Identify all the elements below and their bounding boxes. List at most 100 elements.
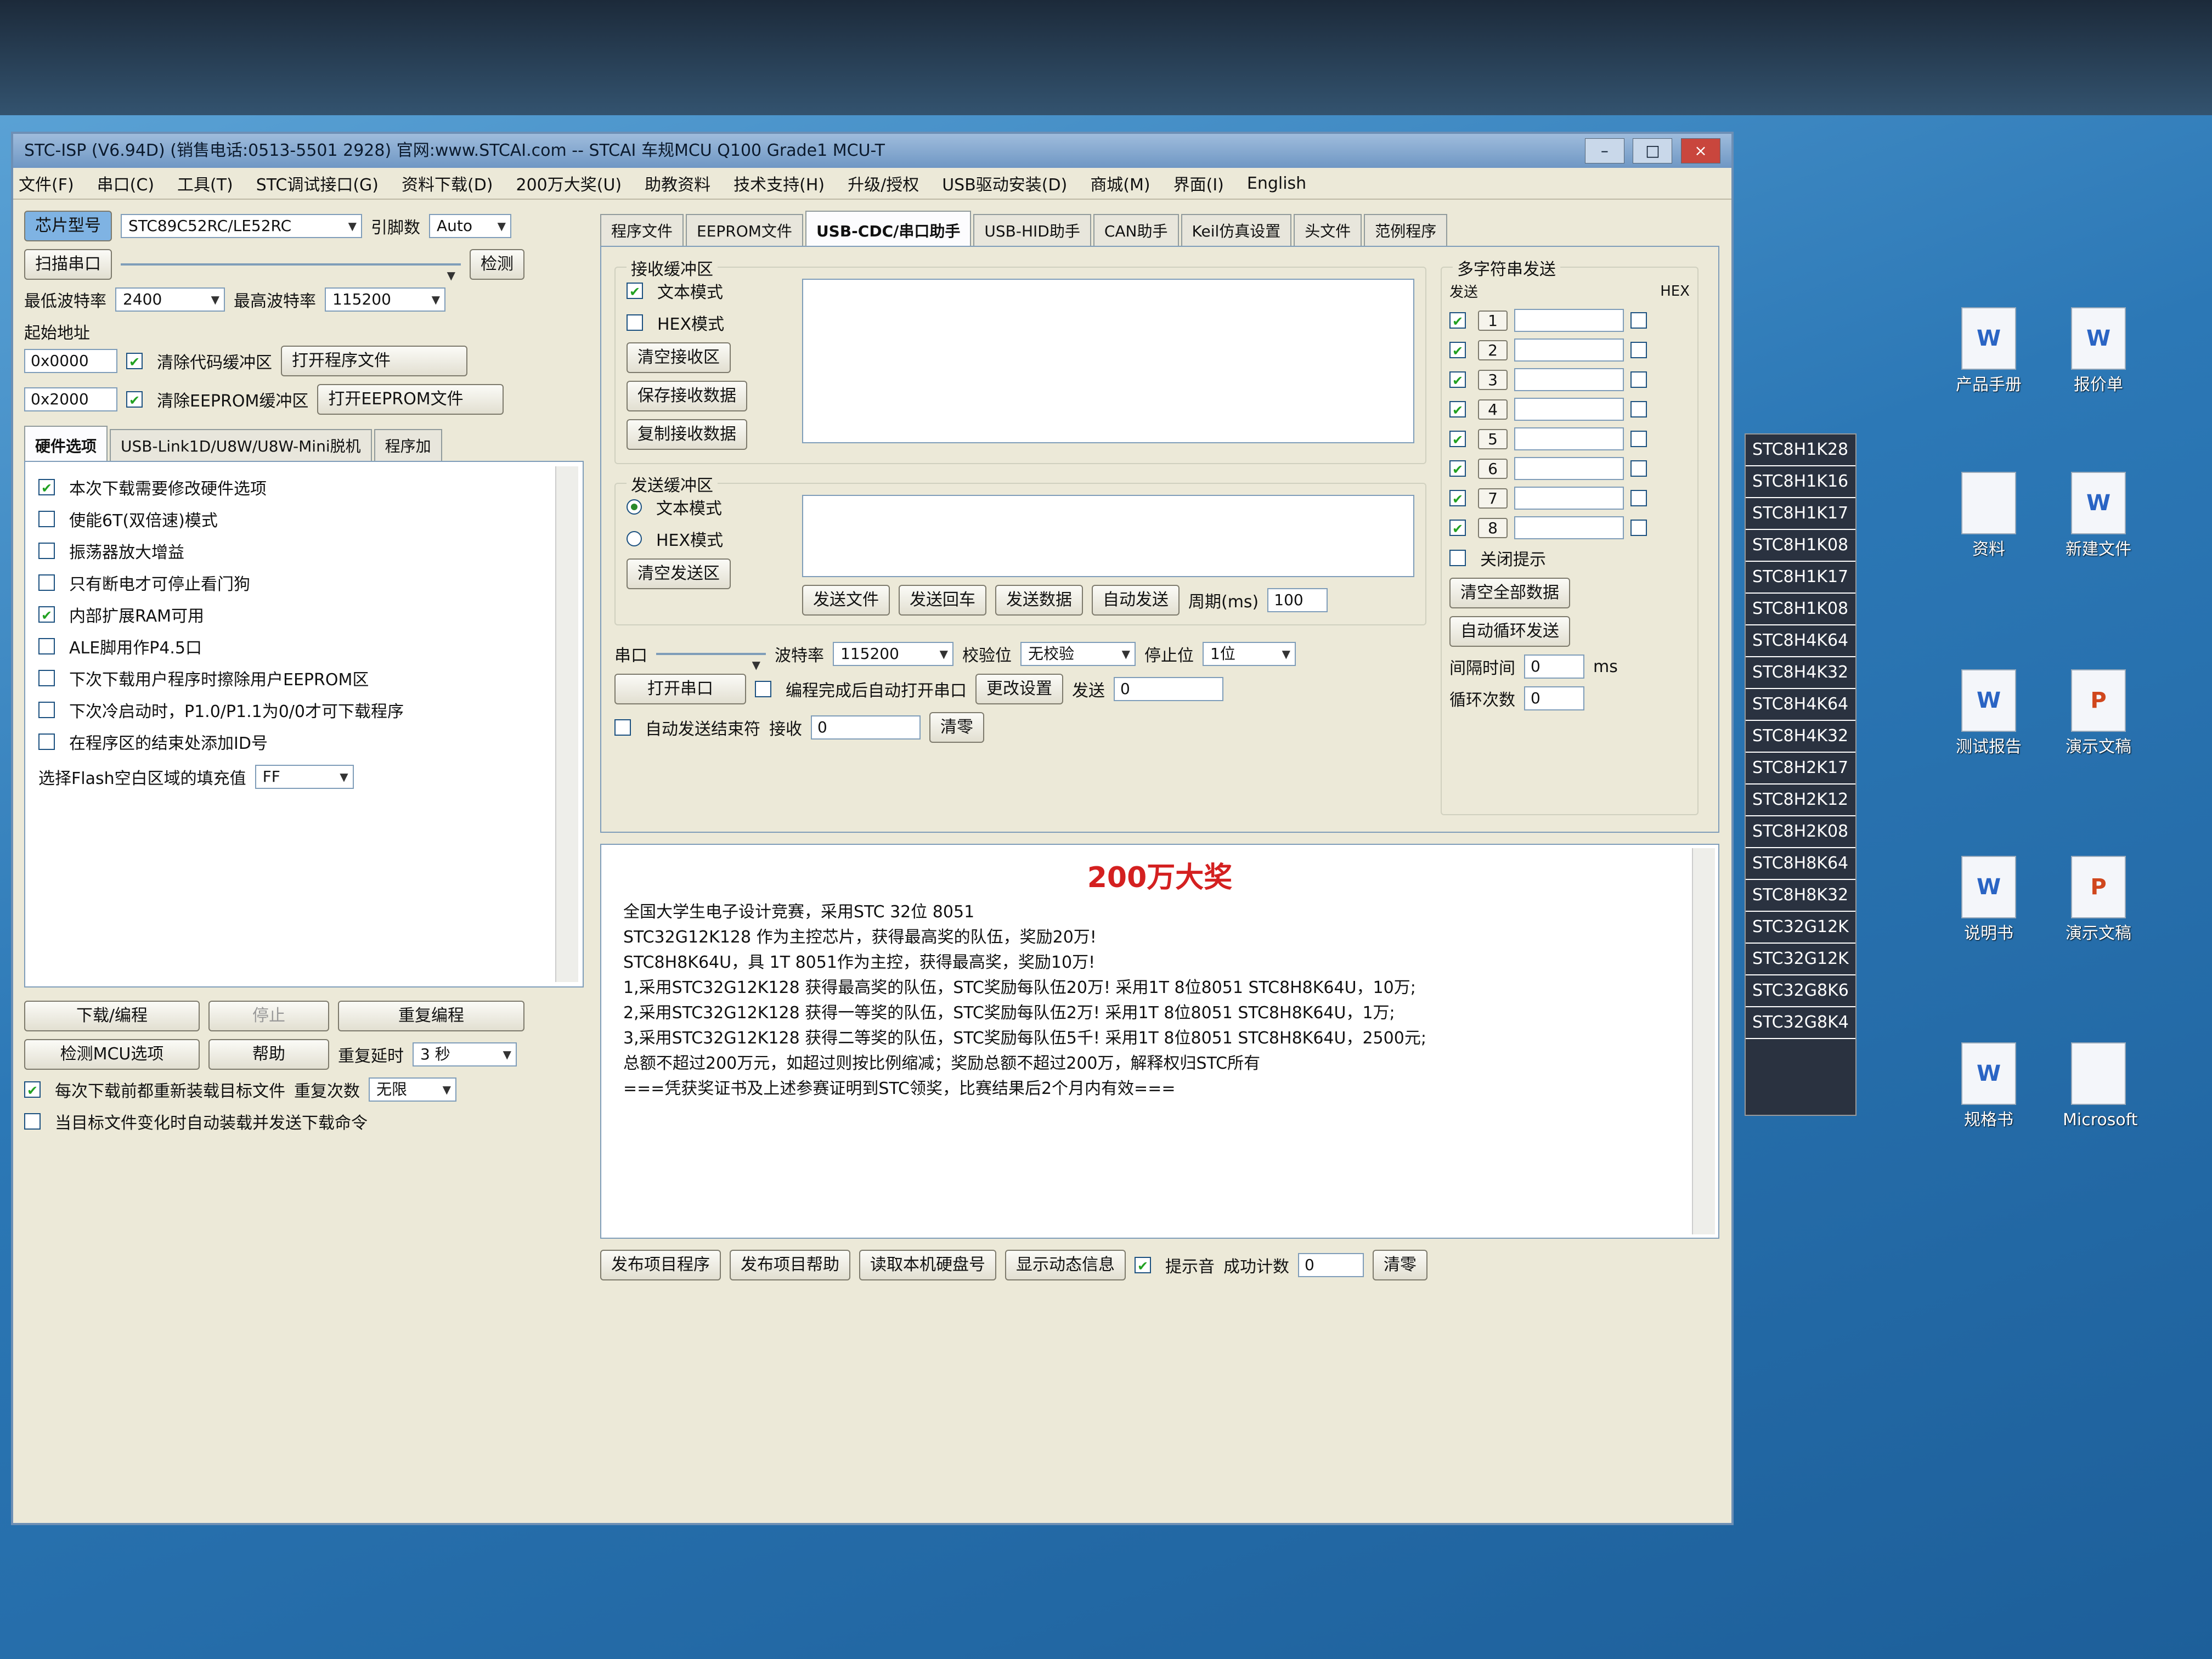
chip-list-item[interactable]: STC32G12K	[1746, 944, 1855, 975]
port-select[interactable]	[121, 263, 461, 286]
menu-item[interactable]: 串口(C)	[97, 171, 154, 195]
minimize-button[interactable]: –	[1584, 138, 1624, 163]
stop-button[interactable]: 停止	[208, 1001, 329, 1031]
multi-hex-checkbox[interactable]	[1630, 312, 1647, 329]
chip-list-item[interactable]: STC8H4K64	[1746, 625, 1855, 657]
main-tab[interactable]: USB-CDC/串口助手	[805, 211, 972, 246]
reprogram-button[interactable]: 重复编程	[338, 1001, 524, 1031]
show-dynamic-info-button[interactable]: 显示动态信息	[1005, 1250, 1126, 1280]
menu-item[interactable]: 界面(I)	[1173, 171, 1224, 195]
menu-item[interactable]: English	[1247, 174, 1306, 193]
multi-send-index-button[interactable]: 6	[1478, 458, 1508, 479]
send-text-mode-radio[interactable]	[627, 499, 642, 515]
menu-item[interactable]: STC调试接口(G)	[256, 171, 379, 195]
sound-checkbox[interactable]: ✔	[1135, 1257, 1151, 1274]
scan-port-button[interactable]: 扫描串口	[24, 249, 112, 280]
multi-hex-checkbox[interactable]	[1630, 401, 1647, 417]
multi-string-input[interactable]	[1514, 338, 1624, 362]
help-button[interactable]: 帮助	[208, 1039, 329, 1070]
clear-eeprom-checkbox[interactable]: ✔	[126, 391, 143, 408]
multi-send-checkbox[interactable]: ✔	[1449, 312, 1466, 329]
multi-send-checkbox[interactable]: ✔	[1449, 342, 1466, 359]
menu-item[interactable]: 200万大奖(U)	[516, 171, 622, 195]
open-program-button[interactable]: 打开程序文件	[281, 346, 467, 376]
clear-code-checkbox[interactable]: ✔	[126, 353, 143, 370]
detect-mcu-button[interactable]: 检测MCU选项	[24, 1039, 200, 1070]
hardware-option-checkbox[interactable]	[38, 638, 55, 654]
chip-list-item[interactable]: STC32G12K	[1746, 912, 1855, 944]
auto-send-checkbox[interactable]	[24, 1113, 41, 1130]
menu-item[interactable]: 助教资料	[645, 171, 710, 195]
desktop-icon[interactable]: W 报价单	[2063, 307, 2134, 395]
multi-string-input[interactable]	[1514, 398, 1624, 421]
hardware-option-checkbox[interactable]	[38, 733, 55, 750]
send-file-button[interactable]: 发送文件	[802, 585, 890, 616]
send-data-button[interactable]: 发送数据	[995, 585, 1083, 616]
chip-list-item[interactable]: STC8H4K32	[1746, 657, 1855, 689]
send-buffer[interactable]	[802, 495, 1414, 577]
code-start-address[interactable]: 0x0000	[24, 349, 117, 373]
parity-select[interactable]: 无校验	[1020, 642, 1136, 666]
chip-list-item[interactable]: STC8H1K16	[1746, 466, 1855, 498]
send-enter-button[interactable]: 发送回车	[899, 585, 986, 616]
clear-send-button[interactable]: 清空发送区	[627, 558, 731, 589]
hardware-option-checkbox[interactable]	[38, 670, 55, 686]
send-hex-mode-radio[interactable]	[627, 531, 642, 546]
baud-select[interactable]: 115200	[833, 642, 953, 666]
hardware-option-checkbox[interactable]	[38, 702, 55, 718]
main-tab[interactable]: USB-HID助手	[973, 214, 1091, 246]
auto-eol-checkbox[interactable]	[614, 719, 631, 736]
reload-checkbox[interactable]: ✔	[24, 1081, 41, 1098]
publish-help-button[interactable]: 发布项目帮助	[730, 1250, 850, 1280]
chip-list-item[interactable]: STC8H1K17	[1746, 562, 1855, 594]
desktop-icon[interactable]: W 规格书	[1953, 1042, 2024, 1130]
multi-send-checkbox[interactable]: ✔	[1449, 460, 1466, 477]
menu-item[interactable]: 资料下载(D)	[402, 171, 493, 195]
hardware-option-checkbox[interactable]	[38, 511, 55, 527]
multi-send-index-button[interactable]: 5	[1478, 428, 1508, 449]
read-disk-id-button[interactable]: 读取本机硬盘号	[859, 1250, 996, 1280]
recv-text-mode-checkbox[interactable]: ✔	[627, 283, 643, 300]
announcement-scrollbar[interactable]	[1692, 848, 1715, 1234]
open-eeprom-button[interactable]: 打开EEPROM文件	[317, 384, 504, 415]
multi-hex-checkbox[interactable]	[1630, 490, 1647, 506]
multi-send-index-button[interactable]: 7	[1478, 488, 1508, 509]
multi-hex-checkbox[interactable]	[1630, 371, 1647, 388]
multi-send-checkbox[interactable]: ✔	[1449, 371, 1466, 388]
chip-list-item[interactable]: STC8H1K08	[1746, 594, 1855, 625]
multi-string-input[interactable]	[1514, 487, 1624, 510]
delay-select[interactable]: 3 秒	[413, 1042, 517, 1066]
clear-count-button[interactable]: 清零	[929, 712, 984, 743]
hardware-option-checkbox[interactable]	[38, 543, 55, 559]
chip-list-item[interactable]: STC32G8K6	[1746, 975, 1855, 1007]
main-tab[interactable]: CAN助手	[1093, 214, 1179, 246]
chip-list-item[interactable]: STC8H8K32	[1746, 880, 1855, 912]
multi-hex-checkbox[interactable]	[1630, 342, 1647, 358]
serial-port-select[interactable]	[656, 653, 766, 676]
clear-receive-button[interactable]: 清空接收区	[627, 342, 731, 373]
menu-item[interactable]: 升级/授权	[848, 171, 919, 195]
menu-item[interactable]: 商城(M)	[1090, 171, 1150, 195]
desktop-icon[interactable]: P 演示文稿	[2063, 856, 2134, 944]
desktop-icon[interactable]: P 演示文稿	[2063, 669, 2134, 757]
download-button[interactable]: 下载/编程	[24, 1001, 200, 1031]
desktop-icon[interactable]: W 测试报告	[1953, 669, 2024, 757]
multi-string-input[interactable]	[1514, 309, 1624, 332]
multi-send-index-button[interactable]: 4	[1478, 399, 1508, 420]
pins-select[interactable]: Auto	[429, 214, 511, 238]
publish-program-button[interactable]: 发布项目程序	[600, 1250, 721, 1280]
interval-input[interactable]: 0	[1524, 654, 1584, 679]
auto-loop-button[interactable]: 自动循环发送	[1449, 616, 1570, 647]
multi-send-checkbox[interactable]: ✔	[1449, 520, 1466, 537]
auto-open-checkbox[interactable]	[755, 681, 771, 697]
chip-list-item[interactable]: STC8H4K64	[1746, 689, 1855, 721]
multi-send-checkbox[interactable]: ✔	[1449, 431, 1466, 448]
open-serial-button[interactable]: 打开串口	[614, 674, 746, 704]
main-tab[interactable]: Keil仿真设置	[1181, 214, 1292, 246]
close-hint-checkbox[interactable]	[1449, 550, 1466, 566]
maximize-button[interactable]: □	[1633, 138, 1673, 163]
fill-select[interactable]: FF	[255, 765, 354, 789]
close-button[interactable]: ×	[1681, 138, 1720, 163]
chip-list-item[interactable]: STC8H8K64	[1746, 848, 1855, 880]
chip-model-select[interactable]: STC89C52RC/LE52RC	[121, 214, 362, 238]
